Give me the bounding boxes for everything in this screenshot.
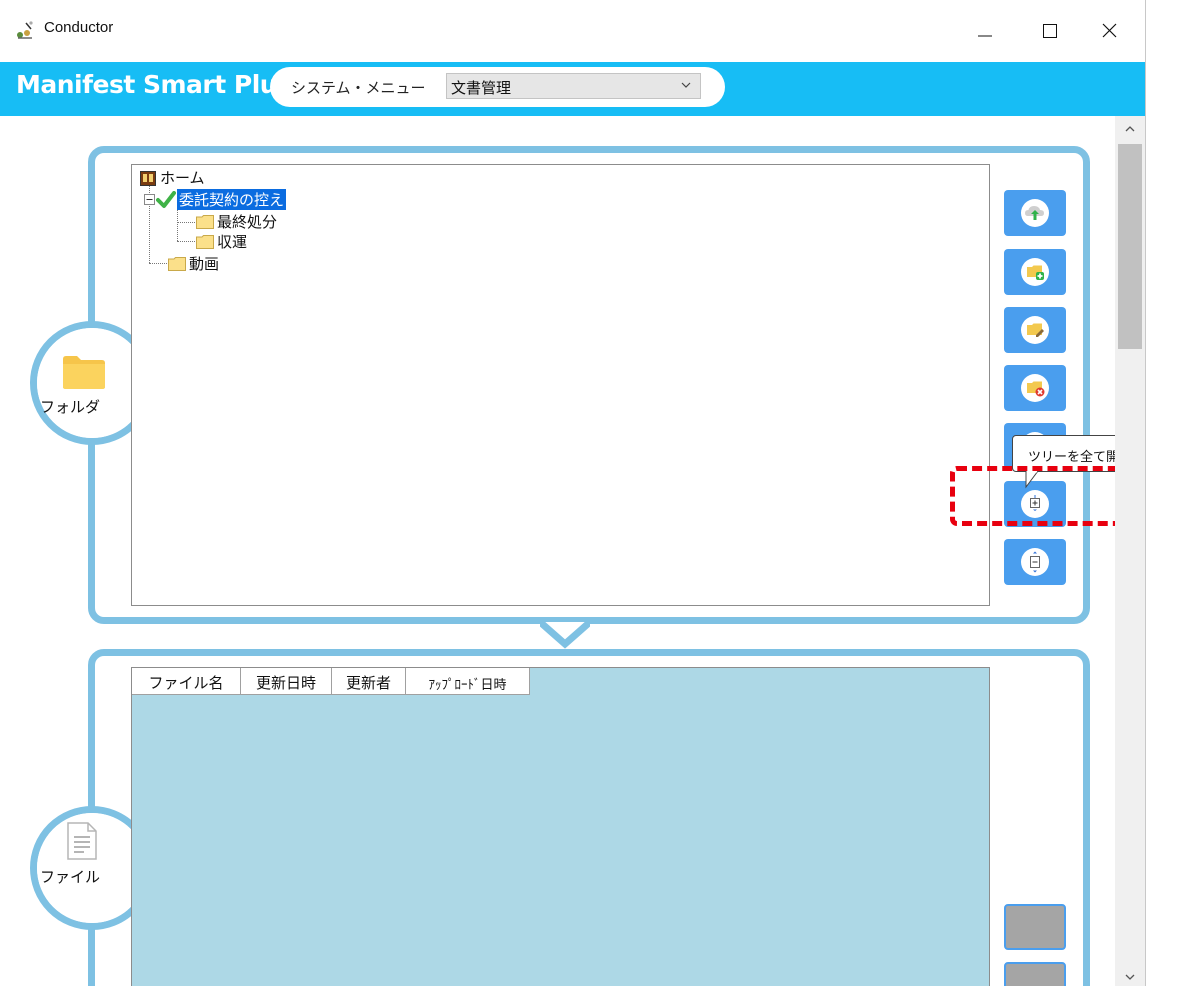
- delete-folder-button[interactable]: [1004, 365, 1066, 411]
- tree-item-final-disposal[interactable]: 最終処分: [217, 211, 277, 232]
- tree-connector: [177, 207, 178, 241]
- tree-item-video[interactable]: 動画: [189, 253, 219, 274]
- main-content: フォルダ ホーム 委託契約の控え 最終処分 収運 動画 ツリーを全て開 ファイル…: [0, 116, 1115, 986]
- system-menu-value: 文書管理: [451, 79, 512, 97]
- folder-label: フォルダ: [40, 398, 101, 416]
- window-border: [1145, 0, 1146, 986]
- folder-edit-icon: [1027, 323, 1044, 337]
- system-menu-select[interactable]: 文書管理: [446, 73, 701, 99]
- file-action-button[interactable]: [1004, 962, 1066, 986]
- chevron-down-icon: [681, 82, 691, 88]
- tree-connector: [177, 241, 197, 242]
- check-icon: [156, 191, 176, 208]
- collapse-all-button[interactable]: [1004, 539, 1066, 585]
- file-action-button[interactable]: [1004, 904, 1066, 950]
- folder-icon: [196, 235, 214, 249]
- folder-tree[interactable]: ホーム 委託契約の控え 最終処分 収運 動画: [131, 164, 990, 606]
- document-icon: [67, 822, 97, 860]
- cloud-upload-icon: [1025, 206, 1044, 220]
- column-header-updated[interactable]: 更新日時: [241, 668, 332, 695]
- conductor-app-icon: [14, 20, 36, 40]
- folder-icon: [196, 215, 214, 229]
- upload-button[interactable]: [1004, 190, 1066, 236]
- close-button[interactable]: [1084, 12, 1130, 48]
- folder-delete-icon: [1027, 381, 1045, 397]
- app-window: Conductor Manifest Smart Plus システム・メニュー …: [0, 0, 1185, 986]
- tree-collapse-icon: [1030, 551, 1040, 573]
- highlight-box: [950, 466, 1115, 526]
- column-header-filename[interactable]: ファイル名: [132, 668, 241, 695]
- window-title: Conductor: [44, 19, 114, 36]
- minimize-button[interactable]: [966, 12, 1012, 48]
- tree-item-collection[interactable]: 収運: [217, 231, 247, 252]
- file-label: ファイル: [40, 868, 101, 886]
- title-bar: Conductor: [0, 0, 1145, 62]
- vertical-scrollbar[interactable]: [1115, 116, 1145, 986]
- maximize-button[interactable]: [1024, 12, 1070, 48]
- edit-folder-button[interactable]: [1004, 307, 1066, 353]
- chevron-down-icon[interactable]: [1124, 972, 1136, 982]
- tooltip-text: ツリーを全て開く: [1028, 450, 1115, 465]
- brand-title: Manifest Smart Plus: [16, 70, 292, 99]
- column-header-upload-date[interactable]: ｱｯﾌﾟﾛｰﾄﾞ日時: [406, 668, 530, 695]
- column-header-updater[interactable]: 更新者: [332, 668, 406, 695]
- scrollbar-thumb[interactable]: [1118, 144, 1142, 349]
- tree-connector: [149, 263, 169, 264]
- panel-connector: [540, 622, 590, 649]
- tree-connector: [177, 222, 197, 223]
- folder-icon: [168, 257, 186, 271]
- file-list[interactable]: ファイル名 更新日時 更新者 ｱｯﾌﾟﾛｰﾄﾞ日時: [131, 667, 990, 986]
- system-menu-label: システム・メニュー: [291, 79, 426, 97]
- system-menu-bar: システム・メニュー 文書管理: [270, 67, 725, 107]
- tree-item-consignment[interactable]: 委託契約の控え: [177, 189, 287, 210]
- tree-item-home[interactable]: ホーム: [160, 167, 205, 188]
- folder-add-icon: [1027, 265, 1044, 280]
- home-book-icon: [140, 171, 156, 186]
- chevron-up-icon[interactable]: [1124, 124, 1136, 134]
- folder-icon: [63, 356, 105, 389]
- tree-collapse-toggle[interactable]: [144, 194, 155, 205]
- add-folder-button[interactable]: [1004, 249, 1066, 295]
- app-header: Manifest Smart Plus システム・メニュー 文書管理: [0, 62, 1145, 116]
